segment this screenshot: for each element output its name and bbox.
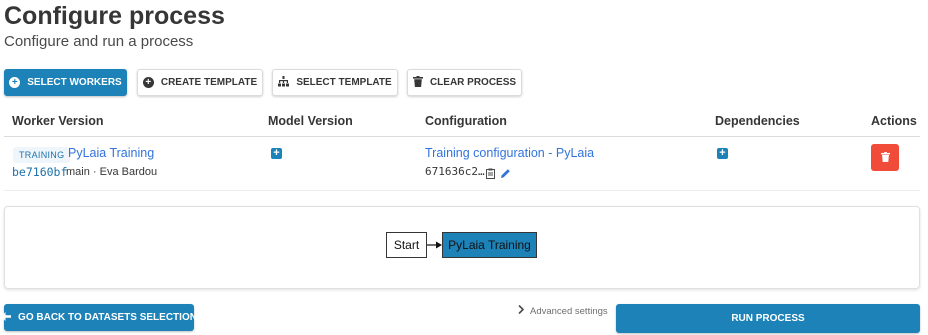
create-template-label: CREATE TEMPLATE xyxy=(160,77,258,88)
select-workers-label: SELECT WORKERS xyxy=(27,77,122,88)
clear-process-button[interactable]: CLEAR PROCESS xyxy=(407,69,522,96)
worker-type-tag: TRAINING xyxy=(13,147,71,163)
add-dependency-icon[interactable]: + xyxy=(717,148,728,159)
go-back-button[interactable]: GO BACK TO DATASETS SELECTION xyxy=(1,304,197,331)
edit-pencil-icon[interactable] xyxy=(500,166,511,184)
clipboard-icon[interactable] xyxy=(486,166,495,184)
column-header-model-version: Model Version xyxy=(268,114,353,128)
arrow-left-icon xyxy=(1,311,12,324)
add-model-version-icon[interactable]: + xyxy=(271,148,282,159)
column-header-actions: Actions xyxy=(871,114,917,128)
configuration-link[interactable]: Training configuration - PyLaia xyxy=(425,146,594,160)
column-header-configuration: Configuration xyxy=(425,114,507,128)
graph-edge-arrow xyxy=(427,241,442,249)
graph-node-worker[interactable]: PyLaia Training xyxy=(442,232,537,258)
create-template-button[interactable]: + CREATE TEMPLATE xyxy=(137,69,263,96)
page-title: Configure process xyxy=(4,2,225,30)
worker-name-link[interactable]: PyLaia Training xyxy=(68,146,154,160)
configuration-id: 671636c2… xyxy=(425,165,485,178)
run-process-button[interactable]: RUN PROCESS xyxy=(616,304,920,333)
select-template-button[interactable]: SELECT TEMPLATE xyxy=(272,69,398,96)
clear-process-label: CLEAR PROCESS xyxy=(429,77,517,88)
select-workers-button[interactable]: + SELECT WORKERS xyxy=(4,69,127,96)
advanced-settings-label: Advanced settings xyxy=(530,305,608,317)
column-header-dependencies: Dependencies xyxy=(715,114,800,128)
select-template-label: SELECT TEMPLATE xyxy=(296,77,392,88)
plus-circle-icon: + xyxy=(9,77,21,88)
chevron-right-icon xyxy=(518,304,525,317)
advanced-settings-toggle[interactable]: Advanced settings xyxy=(518,304,608,317)
revision-hash-link[interactable]: be7160bf xyxy=(12,165,67,179)
trash-icon xyxy=(880,149,890,167)
graph-node-start[interactable]: Start xyxy=(386,232,427,258)
delete-worker-button[interactable] xyxy=(871,144,899,171)
run-process-label: RUN PROCESS xyxy=(731,313,805,324)
revision-info: main · Eva Bardou xyxy=(66,166,158,178)
plus-circle-icon: + xyxy=(142,77,154,88)
table-header-divider xyxy=(4,136,920,137)
page-subtitle: Configure and run a process xyxy=(4,33,194,50)
trash-icon xyxy=(412,75,423,90)
sitemap-icon xyxy=(278,75,290,90)
go-back-label: GO BACK TO DATASETS SELECTION xyxy=(18,312,197,323)
column-header-worker-version: Worker Version xyxy=(12,114,104,128)
table-row-divider xyxy=(4,190,920,191)
